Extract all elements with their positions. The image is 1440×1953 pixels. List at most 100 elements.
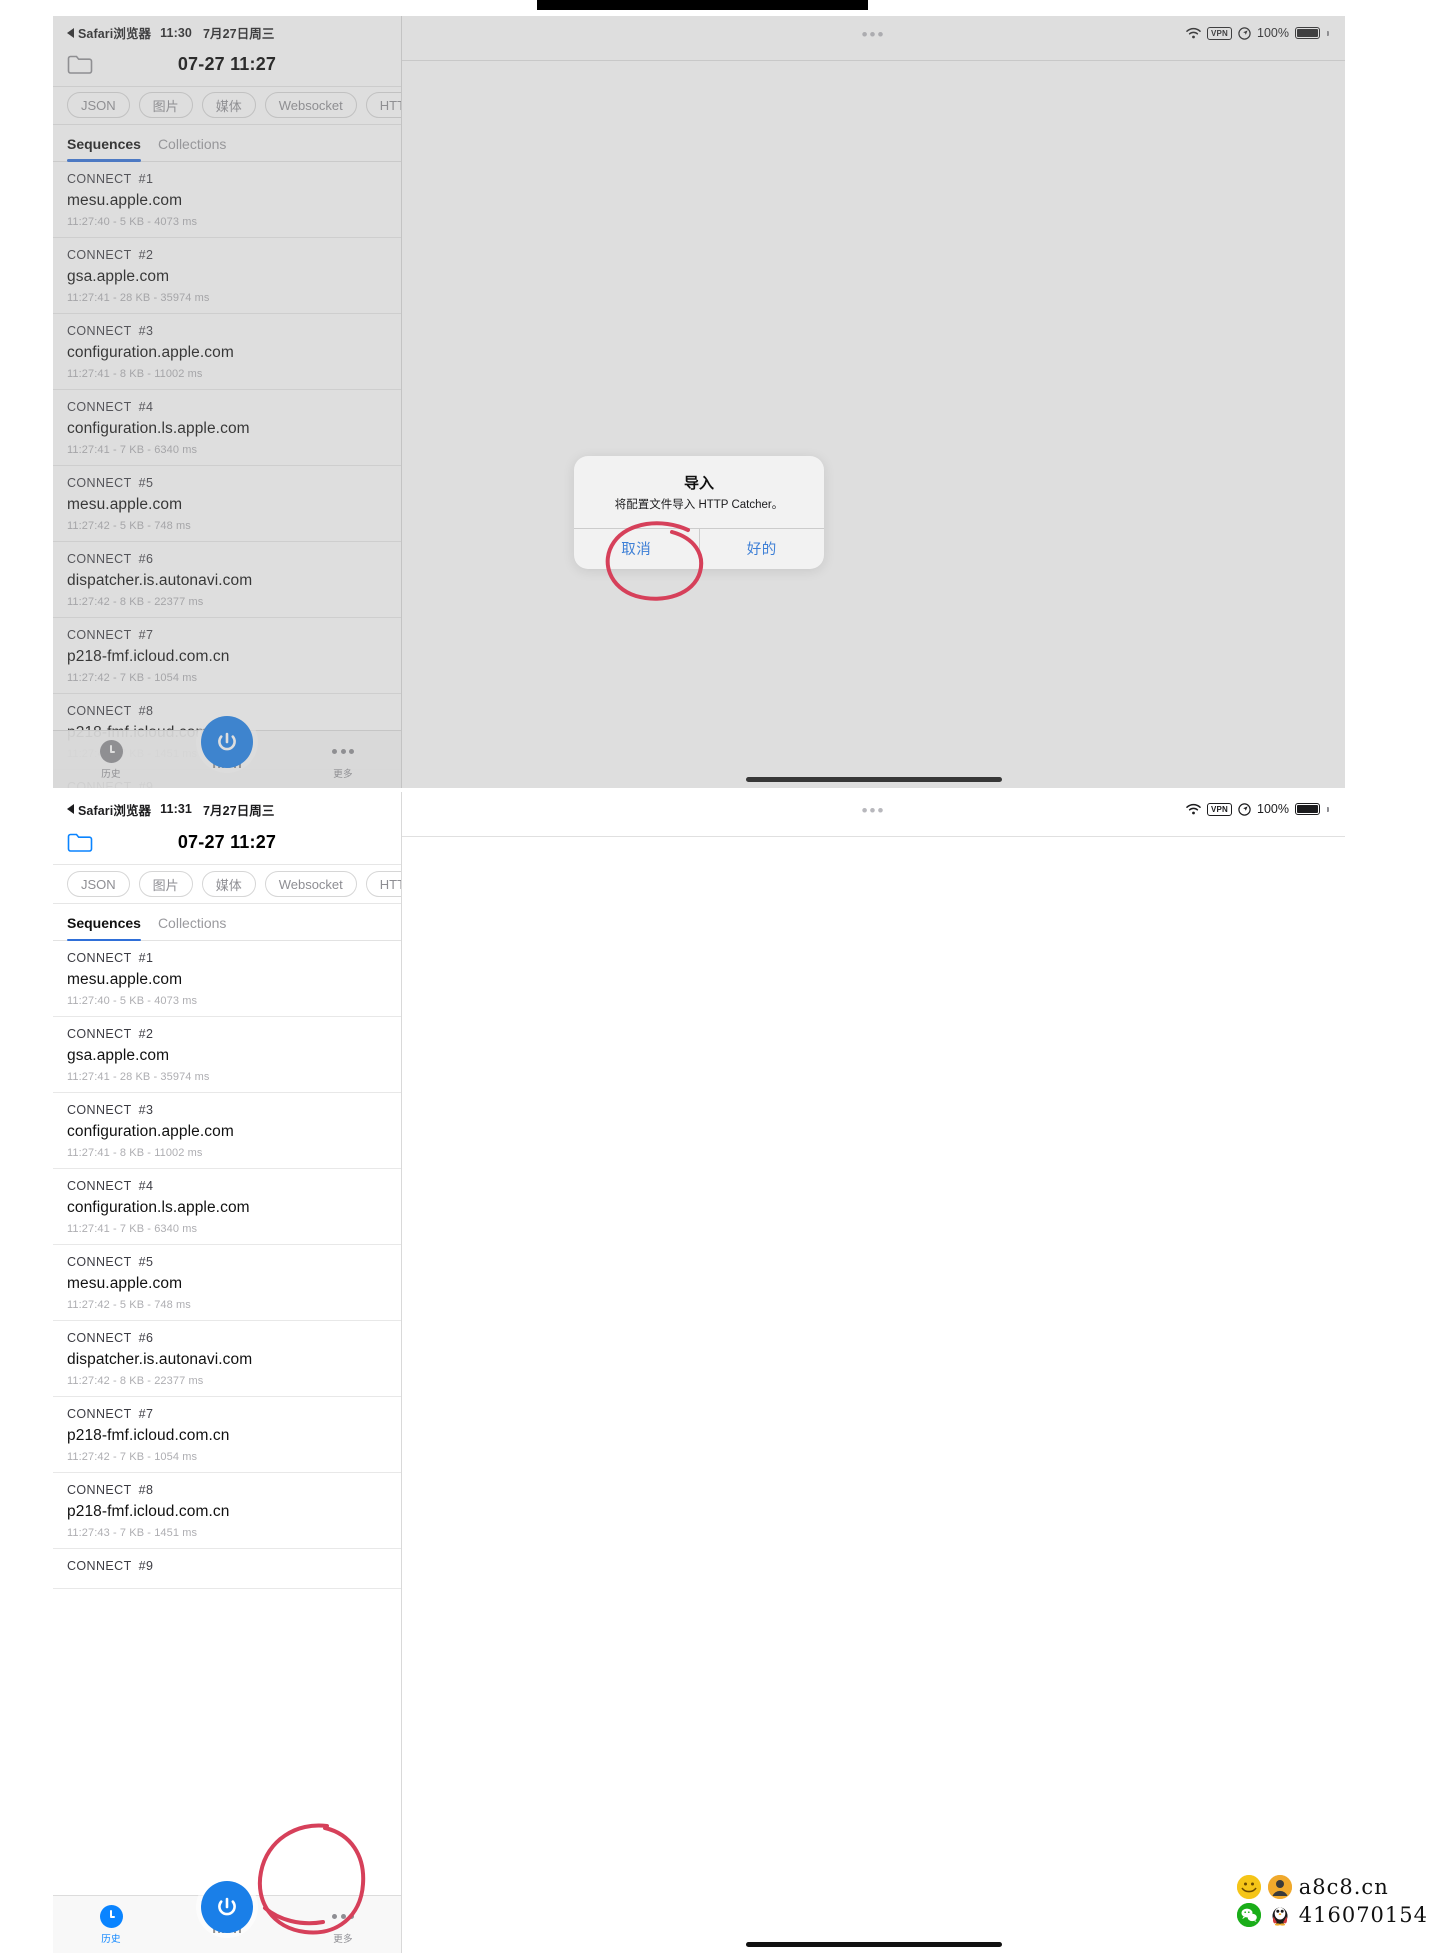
row-method: CONNECT: [67, 1179, 132, 1193]
dialog-title: 导入: [683, 475, 714, 492]
tab-more-label: 更多: [333, 1933, 353, 1945]
row-meta: 11:27:43 - 7 KB - 1451 ms: [67, 1527, 198, 1539]
row-host: mesu.apple.com: [67, 1275, 183, 1292]
tab-sequences[interactable]: Sequences: [67, 915, 141, 941]
row-method-line: CONNECT #5: [67, 1255, 387, 1269]
row-host: p218-fmf.icloud.com.cn: [67, 1503, 230, 1520]
back-app-label[interactable]: Safari浏览器: [78, 800, 151, 819]
filter-chip-media[interactable]: 媒体: [201, 871, 256, 897]
watermark: a8c8.cn 416070154: [1236, 1875, 1428, 1927]
row-index: #6: [138, 1331, 154, 1345]
row-method-line: CONNECT #9: [67, 1559, 387, 1573]
status-bar-right: VPN 100%: [402, 792, 1345, 820]
row-method-line: CONNECT #6: [67, 1331, 387, 1345]
battery-icon: [1295, 803, 1320, 815]
row-method-line: CONNECT #8: [67, 1483, 387, 1497]
tab-history-label: 历史: [101, 1933, 121, 1945]
filter-chip-http[interactable]: HTT: [365, 871, 401, 897]
row-host: p218-fmf.icloud.com.cn: [67, 1427, 230, 1444]
filter-chip-websocket[interactable]: Websocket: [264, 871, 357, 897]
row-method: CONNECT: [67, 1103, 132, 1117]
row-method: CONNECT: [67, 1027, 132, 1041]
ellipsis-icon: [332, 1905, 354, 1928]
tab-collections[interactable]: Collections: [158, 915, 226, 940]
row-method-line: CONNECT #1: [67, 951, 387, 965]
table-row[interactable]: CONNECT #8 p218-fmf.icloud.com.cn 11:27:4…: [53, 1473, 401, 1549]
watermark-row-site: a8c8.cn: [1236, 1875, 1428, 1899]
row-meta: 11:27:41 - 7 KB - 6340 ms: [67, 1223, 198, 1235]
status-time: 11:31: [160, 802, 192, 816]
ipad-screenshot-top: Safari浏览器 11:30 7月27日周三 07-27 11:27 JSON…: [53, 16, 1345, 788]
tab-history[interactable]: 历史: [53, 1904, 169, 1945]
row-index: #9: [138, 1559, 154, 1573]
ipad-screenshot-bottom: Safari浏览器 11:31 7月27日周三 07-27 11:27 JSON…: [53, 792, 1345, 1953]
row-index: #7: [138, 1407, 154, 1421]
table-row[interactable]: CONNECT #7 p218-fmf.icloud.com.cn 11:27:4…: [53, 1397, 401, 1473]
table-row[interactable]: CONNECT #3 configuration.apple.com 11:27:…: [53, 1093, 401, 1169]
location-icon: [1238, 802, 1251, 816]
row-index: #5: [138, 1255, 154, 1269]
power-button[interactable]: [201, 1881, 253, 1933]
smiley-logo-icon: [1236, 1875, 1261, 1899]
dialog-body: 导入 将配置文件导入 HTTP Catcher。: [574, 456, 824, 528]
dialog-message: 将配置文件导入 HTTP Catcher。: [614, 499, 784, 511]
table-row[interactable]: CONNECT #5 mesu.apple.com 11:27:42 - 5 KB…: [53, 1245, 401, 1321]
row-method-line: CONNECT #3: [67, 1103, 387, 1117]
confirm-button[interactable]: 好的: [698, 528, 825, 569]
row-host: mesu.apple.com: [67, 971, 183, 988]
status-bar: Safari浏览器 11:31 7月27日周三: [53, 792, 401, 820]
filter-chip-images[interactable]: 图片: [138, 871, 193, 897]
row-method: CONNECT: [67, 951, 132, 965]
clock-icon: [99, 1904, 123, 1928]
folder-icon[interactable]: [67, 832, 93, 853]
battery-percent: 100%: [1257, 802, 1289, 816]
row-method-line: CONNECT #7: [67, 1407, 387, 1421]
row-meta: 11:27:41 - 28 KB - 35974 ms: [67, 1071, 210, 1083]
back-arrow-icon[interactable]: [67, 804, 74, 814]
row-method-line: CONNECT #2: [67, 1027, 387, 1041]
watermark-site: a8c8.cn: [1298, 1875, 1389, 1899]
detail-empty-body: [402, 836, 1345, 1953]
filter-chip-row: JSON 图片 媒体 Websocket HTT: [53, 864, 401, 904]
avatar-icon: [1267, 1875, 1292, 1899]
table-row[interactable]: CONNECT #1 mesu.apple.com 11:27:40 - 5 KB…: [53, 941, 401, 1017]
screenshot-page: Safari浏览器 11:30 7月27日周三 07-27 11:27 JSON…: [0, 0, 1440, 1953]
table-row[interactable]: CONNECT #2 gsa.apple.com 11:27:41 - 28 KB…: [53, 1017, 401, 1093]
row-method: CONNECT: [67, 1407, 132, 1421]
row-index: #1: [138, 951, 154, 965]
vpn-badge: VPN: [1206, 802, 1233, 816]
qq-penguin-icon: [1268, 1903, 1292, 1927]
row-meta: 11:27:42 - 7 KB - 1054 ms: [67, 1451, 198, 1463]
table-row[interactable]: CONNECT #6 dispatcher.is.autonavi.com 11:…: [53, 1321, 401, 1397]
row-host: configuration.ls.apple.com: [67, 1199, 250, 1216]
page-title: 07-27 11:27: [177, 831, 277, 852]
row-host: gsa.apple.com: [67, 1047, 170, 1064]
segmented-tabs: Sequences Collections: [53, 904, 401, 941]
wifi-icon: [1186, 803, 1201, 815]
battery-tip-icon: [1327, 806, 1329, 812]
top-black-strip: [537, 0, 868, 10]
modal-overlay: 导入 将配置文件导入 HTTP Catcher。 取消 好的: [53, 16, 1345, 788]
row-index: #8: [138, 1483, 154, 1497]
status-date: 7月27日周三: [202, 803, 275, 818]
row-method: CONNECT: [67, 1483, 132, 1497]
row-method: CONNECT: [67, 1559, 132, 1573]
row-meta: 11:27:40 - 5 KB - 4073 ms: [67, 995, 198, 1007]
import-dialog: 导入 将配置文件导入 HTTP Catcher。 取消 好的: [574, 456, 824, 569]
row-host: configuration.apple.com: [67, 1123, 234, 1140]
sidebar-bottom: Safari浏览器 11:31 7月27日周三 07-27 11:27 JSON…: [53, 792, 402, 1953]
row-index: #2: [138, 1027, 154, 1041]
row-method-line: CONNECT #4: [67, 1179, 387, 1193]
row-meta: 11:27:41 - 8 KB - 11002 ms: [67, 1147, 203, 1159]
row-host: dispatcher.is.autonavi.com: [67, 1351, 253, 1368]
detail-pane-bottom: ••• VPN 100%: [402, 792, 1345, 1953]
request-list[interactable]: CONNECT #1 mesu.apple.com 11:27:40 - 5 KB…: [53, 941, 401, 1953]
cancel-button[interactable]: 取消: [574, 529, 699, 569]
tab-more[interactable]: 更多: [285, 1905, 401, 1945]
filter-chip-json[interactable]: JSON: [67, 871, 130, 897]
table-row[interactable]: CONNECT #4 configuration.ls.apple.com 11:…: [53, 1169, 401, 1245]
row-index: #4: [138, 1179, 154, 1193]
row-meta: 11:27:42 - 8 KB - 22377 ms: [67, 1375, 204, 1387]
table-row[interactable]: CONNECT #9: [53, 1549, 401, 1589]
home-indicator: [745, 1942, 1002, 1947]
